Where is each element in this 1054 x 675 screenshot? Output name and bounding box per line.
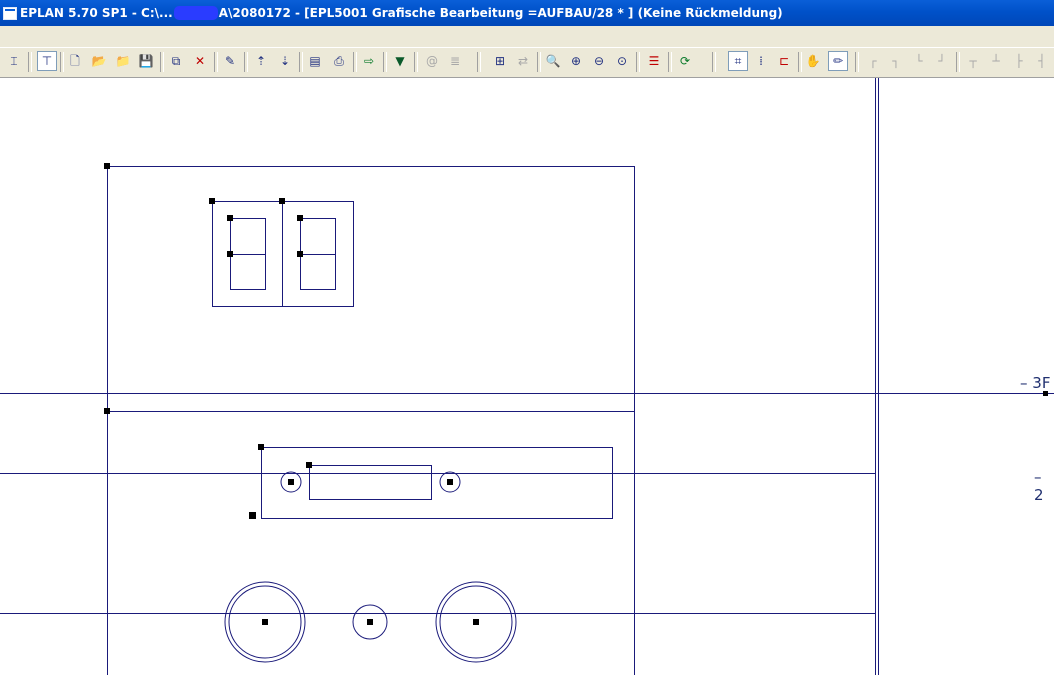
page-properties-icon[interactable]: ✎ — [221, 52, 239, 70]
drawing-svg[interactable] — [0, 78, 1054, 675]
toolbar-separator — [855, 52, 859, 72]
zoom-100-icon[interactable]: ⊙ — [613, 52, 631, 70]
open-icon[interactable]: 📂 — [90, 52, 108, 70]
document-icon[interactable]: ≣ — [446, 52, 464, 70]
label-field-rect[interactable] — [309, 465, 432, 500]
grip-handle[interactable] — [279, 198, 285, 204]
delete-page-icon[interactable]: ✕ — [191, 52, 209, 70]
tree-icon[interactable]: ⊤ — [37, 51, 57, 71]
report-icon[interactable]: ▤ — [306, 52, 324, 70]
toolbar-separator — [712, 52, 716, 72]
connection-icon[interactable]: ⊏ — [775, 52, 793, 70]
grip-handle[interactable] — [209, 198, 215, 204]
grip-handle[interactable] — [104, 408, 110, 414]
new-page-icon[interactable]: 🗋 — [66, 52, 84, 70]
tee-down-icon[interactable]: ┬ — [964, 52, 982, 70]
grip-handle[interactable] — [227, 215, 233, 221]
center-point — [288, 479, 294, 485]
pencil-icon[interactable]: ✏ — [828, 51, 848, 71]
corner-top-left-icon[interactable]: ┌ — [864, 52, 882, 70]
print-icon[interactable]: ⎙ — [330, 52, 348, 70]
grip-handle[interactable] — [258, 444, 264, 450]
window-icon[interactable] — [3, 7, 17, 20]
toolbar-separator — [353, 52, 357, 72]
toolbar-separator — [244, 52, 248, 72]
snap-icon[interactable]: ⌗ — [728, 51, 748, 71]
save-icon[interactable]: 💾 — [137, 52, 155, 70]
eplan-icon[interactable]: ⌶ — [5, 52, 23, 70]
corner-bottom-left-icon[interactable]: └ — [910, 52, 928, 70]
hand-icon[interactable]: ✋ — [804, 52, 822, 70]
copy-page-icon[interactable]: ⧉ — [167, 52, 185, 70]
control-panel-rect[interactable] — [261, 447, 613, 519]
open-project-icon[interactable]: 📁 — [114, 52, 132, 70]
toolbar: ⌶ ⊤ 🗋 📂 📁 💾 ⧉ ✕ ✎ ⇡ ⇣ ▤ ⎙ ⇨ ▼ @ ≣ ⊞ ⇄ 🔍 … — [0, 47, 1054, 78]
page-up-icon[interactable]: ⇡ — [252, 52, 270, 70]
grip-handle[interactable] — [297, 215, 303, 221]
grip-handle[interactable] — [227, 251, 233, 257]
grip-handle[interactable] — [297, 251, 303, 257]
toolbar-separator — [214, 52, 218, 72]
link-icon[interactable]: @ — [423, 52, 441, 70]
bars-icon[interactable]: ☰ — [645, 52, 663, 70]
refresh-icon[interactable]: ⟳ — [676, 52, 694, 70]
menu-bar — [0, 26, 1054, 47]
center-point — [473, 619, 479, 625]
zoom-icon[interactable]: 🔍 — [544, 52, 562, 70]
toolbar-separator — [668, 52, 672, 72]
tee-left-icon[interactable]: ┤ — [1033, 52, 1051, 70]
grip-handle[interactable] — [249, 512, 256, 519]
corner-bottom-right-icon[interactable]: ┘ — [933, 52, 951, 70]
window-title: EPLAN 5.70 SP1 - C:\... A\2080172 - [EPL5… — [20, 6, 783, 20]
corner-top-right-icon[interactable]: ┐ — [887, 52, 905, 70]
dot-grid-icon[interactable]: ⁞ — [752, 52, 770, 70]
toolbar-separator — [956, 52, 960, 72]
grip-handle[interactable] — [104, 163, 110, 169]
toolbar-separator — [798, 52, 802, 72]
edge-label-upper: – 3F — [1020, 374, 1051, 392]
center-point — [367, 619, 373, 625]
center-point — [262, 619, 268, 625]
swap-icon[interactable]: ⇄ — [514, 52, 532, 70]
toolbar-separator — [28, 52, 32, 72]
center-point — [447, 479, 453, 485]
redacted-path-mask — [173, 6, 218, 20]
page-down-icon[interactable]: ⇣ — [276, 52, 294, 70]
toolbar-separator — [383, 52, 387, 72]
export-icon[interactable]: ⇨ — [360, 52, 378, 70]
tee-up-icon[interactable]: ┴ — [987, 52, 1005, 70]
grip-handle[interactable] — [306, 462, 312, 468]
toolbar-separator — [160, 52, 164, 72]
toolbar-separator — [299, 52, 303, 72]
toolbar-separator — [60, 52, 64, 72]
zoom-out-icon[interactable]: ⊖ — [590, 52, 608, 70]
title-bar: EPLAN 5.70 SP1 - C:\... A\2080172 - [EPL5… — [0, 0, 1054, 26]
toolbar-separator — [636, 52, 640, 72]
filter-icon[interactable]: ▼ — [391, 52, 409, 70]
zoom-in-icon[interactable]: ⊕ — [567, 52, 585, 70]
tee-right-icon[interactable]: ├ — [1010, 52, 1028, 70]
grid-toggle-icon[interactable]: ⊞ — [491, 52, 509, 70]
drawing-canvas[interactable]: – 3F – 2 — [0, 78, 1054, 675]
enclosure-upper-rect[interactable] — [107, 166, 635, 412]
edge-label-lower: – 2 — [1034, 468, 1044, 504]
toolbar-separator — [414, 52, 418, 72]
toolbar-separator — [537, 52, 541, 72]
toolbar-separator — [477, 52, 481, 72]
